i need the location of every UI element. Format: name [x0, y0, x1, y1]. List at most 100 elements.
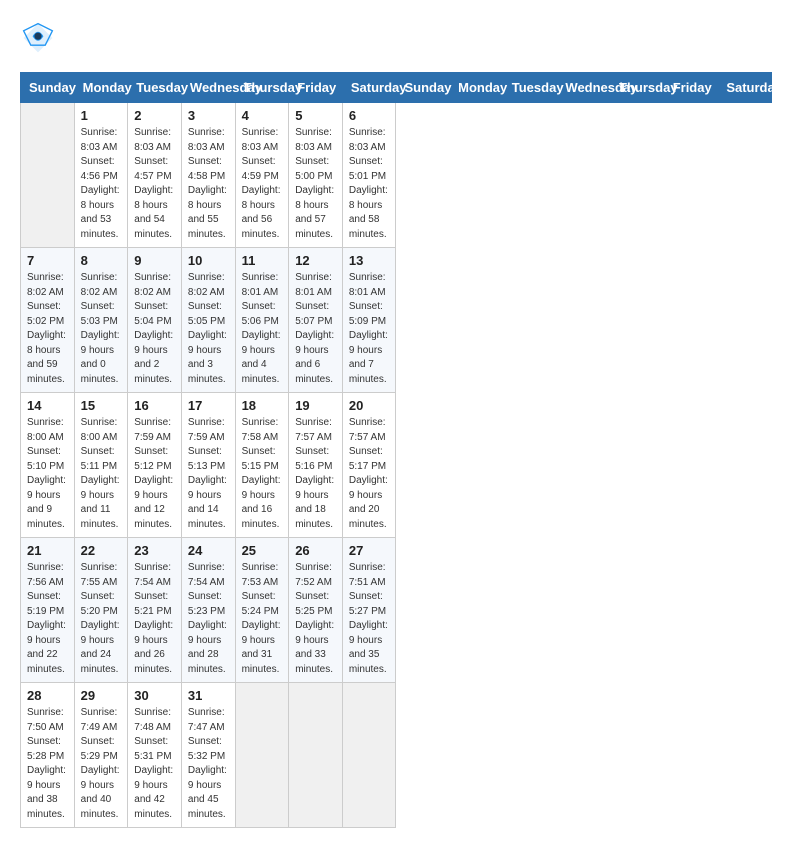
day-number: 11: [242, 253, 283, 268]
day-number: 27: [349, 543, 390, 558]
header-friday: Friday: [289, 73, 343, 103]
day-number: 1: [81, 108, 122, 123]
col-header-tuesday: Tuesday: [503, 73, 557, 103]
day-number: 18: [242, 398, 283, 413]
day-info: Sunrise: 8:03 AM Sunset: 4:57 PM Dayligh…: [134, 126, 175, 242]
header-wednesday: Wednesday: [181, 73, 235, 103]
header-tuesday: Tuesday: [128, 73, 182, 103]
calendar-cell: 4Sunrise: 8:03 AM Sunset: 4:59 PM Daylig…: [235, 103, 289, 248]
day-info: Sunrise: 7:50 AM Sunset: 5:28 PM Dayligh…: [27, 706, 68, 822]
day-info: Sunrise: 7:54 AM Sunset: 5:21 PM Dayligh…: [134, 561, 175, 677]
calendar-cell: 26 Sunrise: 7:52 AM Sunset: 5:25 PM Dayli…: [289, 538, 343, 683]
day-number: 24: [188, 543, 229, 558]
calendar-cell: [21, 103, 75, 248]
day-info: Sunrise: 7:59 AM Sunset: 5:12 PM Dayligh…: [134, 416, 175, 532]
day-info: Sunrise: 7:47 AM Sunset: 5:32 PM Dayligh…: [188, 706, 229, 822]
calendar-cell: 9 Sunrise: 8:02 AM Sunset: 5:04 PM Daylig…: [128, 248, 182, 393]
day-number: 7: [27, 253, 68, 268]
day-number: 17: [188, 398, 229, 413]
day-number: 2: [134, 108, 175, 123]
day-number: 9: [134, 253, 175, 268]
day-info: Sunrise: 8:02 AM Sunset: 5:02 PM Dayligh…: [27, 271, 68, 387]
day-number: 15: [81, 398, 122, 413]
calendar-week-row: 7 Sunrise: 8:02 AM Sunset: 5:02 PM Daylig…: [21, 248, 772, 393]
col-header-thursday: Thursday: [611, 73, 665, 103]
calendar-cell: 1 Sunrise: 8:03 AM Sunset: 4:56 PM Daylig…: [74, 103, 128, 248]
calendar-cell: 11 Sunrise: 8:01 AM Sunset: 5:06 PM Dayli…: [235, 248, 289, 393]
day-info: Sunrise: 7:51 AM Sunset: 5:27 PM Dayligh…: [349, 561, 390, 677]
calendar-cell: 20Sunrise: 7:57 AM Sunset: 5:17 PM Dayli…: [342, 393, 396, 538]
calendar-cell: 24 Sunrise: 7:54 AM Sunset: 5:23 PM Dayli…: [181, 538, 235, 683]
calendar-cell: 23 Sunrise: 7:54 AM Sunset: 5:21 PM Dayli…: [128, 538, 182, 683]
day-number: 6: [349, 108, 390, 123]
col-header-wednesday: Wednesday: [557, 73, 611, 103]
calendar-cell: 30Sunrise: 7:48 AM Sunset: 5:31 PM Dayli…: [128, 683, 182, 828]
day-number: 25: [242, 543, 283, 558]
day-number: 31: [188, 688, 229, 703]
day-number: 29: [81, 688, 122, 703]
calendar-cell: 8 Sunrise: 8:02 AM Sunset: 5:03 PM Daylig…: [74, 248, 128, 393]
calendar-cell: 7 Sunrise: 8:02 AM Sunset: 5:02 PM Daylig…: [21, 248, 75, 393]
calendar-cell: 12 Sunrise: 8:01 AM Sunset: 5:07 PM Dayli…: [289, 248, 343, 393]
calendar-cell: 29 Sunrise: 7:49 AM Sunset: 5:29 PM Dayli…: [74, 683, 128, 828]
calendar-cell: 14Sunrise: 8:00 AM Sunset: 5:10 PM Dayli…: [21, 393, 75, 538]
logo-icon: [20, 20, 56, 56]
calendar-cell: 15Sunrise: 8:00 AM Sunset: 5:11 PM Dayli…: [74, 393, 128, 538]
day-info: Sunrise: 7:48 AM Sunset: 5:31 PM Dayligh…: [134, 706, 175, 822]
calendar-cell: 28 Sunrise: 7:50 AM Sunset: 5:28 PM Dayli…: [21, 683, 75, 828]
day-info: Sunrise: 8:03 AM Sunset: 5:00 PM Dayligh…: [295, 126, 336, 242]
col-header-friday: Friday: [664, 73, 718, 103]
calendar-week-row: 14Sunrise: 8:00 AM Sunset: 5:10 PM Dayli…: [21, 393, 772, 538]
day-info: Sunrise: 8:02 AM Sunset: 5:03 PM Dayligh…: [81, 271, 122, 387]
day-info: Sunrise: 8:01 AM Sunset: 5:06 PM Dayligh…: [242, 271, 283, 387]
calendar-week-row: 1 Sunrise: 8:03 AM Sunset: 4:56 PM Daylig…: [21, 103, 772, 248]
day-number: 10: [188, 253, 229, 268]
day-number: 14: [27, 398, 68, 413]
day-number: 16: [134, 398, 175, 413]
day-number: 19: [295, 398, 336, 413]
day-info: Sunrise: 7:53 AM Sunset: 5:24 PM Dayligh…: [242, 561, 283, 677]
day-info: Sunrise: 8:03 AM Sunset: 4:56 PM Dayligh…: [81, 126, 122, 242]
calendar-cell: 16 Sunrise: 7:59 AM Sunset: 5:12 PM Dayli…: [128, 393, 182, 538]
calendar-cell: 10 Sunrise: 8:02 AM Sunset: 5:05 PM Dayli…: [181, 248, 235, 393]
header-thursday: Thursday: [235, 73, 289, 103]
day-number: 4: [242, 108, 283, 123]
calendar-cell: 25 Sunrise: 7:53 AM Sunset: 5:24 PM Dayli…: [235, 538, 289, 683]
col-header-monday: Monday: [450, 73, 504, 103]
day-info: Sunrise: 7:58 AM Sunset: 5:15 PM Dayligh…: [242, 416, 283, 532]
page-header: [20, 20, 772, 56]
calendar-cell: 27 Sunrise: 7:51 AM Sunset: 5:27 PM Dayli…: [342, 538, 396, 683]
day-info: Sunrise: 8:01 AM Sunset: 5:07 PM Dayligh…: [295, 271, 336, 387]
day-number: 12: [295, 253, 336, 268]
day-info: Sunrise: 8:02 AM Sunset: 5:05 PM Dayligh…: [188, 271, 229, 387]
day-info: Sunrise: 7:59 AM Sunset: 5:13 PM Dayligh…: [188, 416, 229, 532]
day-info: Sunrise: 8:02 AM Sunset: 5:04 PM Dayligh…: [134, 271, 175, 387]
calendar-week-row: 21Sunrise: 7:56 AM Sunset: 5:19 PM Dayli…: [21, 538, 772, 683]
day-number: 21: [27, 543, 68, 558]
day-info: Sunrise: 8:01 AM Sunset: 5:09 PM Dayligh…: [349, 271, 390, 387]
calendar-cell: [342, 683, 396, 828]
day-number: 26: [295, 543, 336, 558]
calendar-cell: [235, 683, 289, 828]
day-info: Sunrise: 7:57 AM Sunset: 5:16 PM Dayligh…: [295, 416, 336, 532]
col-header-saturday: Saturday: [718, 73, 772, 103]
calendar-cell: 21Sunrise: 7:56 AM Sunset: 5:19 PM Dayli…: [21, 538, 75, 683]
day-info: Sunrise: 7:54 AM Sunset: 5:23 PM Dayligh…: [188, 561, 229, 677]
calendar-cell: 22Sunrise: 7:55 AM Sunset: 5:20 PM Dayli…: [74, 538, 128, 683]
calendar-cell: 19 Sunrise: 7:57 AM Sunset: 5:16 PM Dayli…: [289, 393, 343, 538]
day-info: Sunrise: 7:49 AM Sunset: 5:29 PM Dayligh…: [81, 706, 122, 822]
calendar-cell: 17 Sunrise: 7:59 AM Sunset: 5:13 PM Dayli…: [181, 393, 235, 538]
header-sunday: Sunday: [21, 73, 75, 103]
day-info: Sunrise: 7:52 AM Sunset: 5:25 PM Dayligh…: [295, 561, 336, 677]
day-number: 20: [349, 398, 390, 413]
calendar-cell: 31 Sunrise: 7:47 AM Sunset: 5:32 PM Dayli…: [181, 683, 235, 828]
day-number: 28: [27, 688, 68, 703]
day-number: 8: [81, 253, 122, 268]
day-info: Sunrise: 8:03 AM Sunset: 4:58 PM Dayligh…: [188, 126, 229, 242]
calendar-cell: 6Sunrise: 8:03 AM Sunset: 5:01 PM Daylig…: [342, 103, 396, 248]
col-header-sunday: Sunday: [396, 73, 450, 103]
calendar-cell: 3Sunrise: 8:03 AM Sunset: 4:58 PM Daylig…: [181, 103, 235, 248]
day-number: 23: [134, 543, 175, 558]
day-number: 5: [295, 108, 336, 123]
calendar-header-row: SundayMondayTuesdayWednesdayThursdayFrid…: [21, 73, 772, 103]
